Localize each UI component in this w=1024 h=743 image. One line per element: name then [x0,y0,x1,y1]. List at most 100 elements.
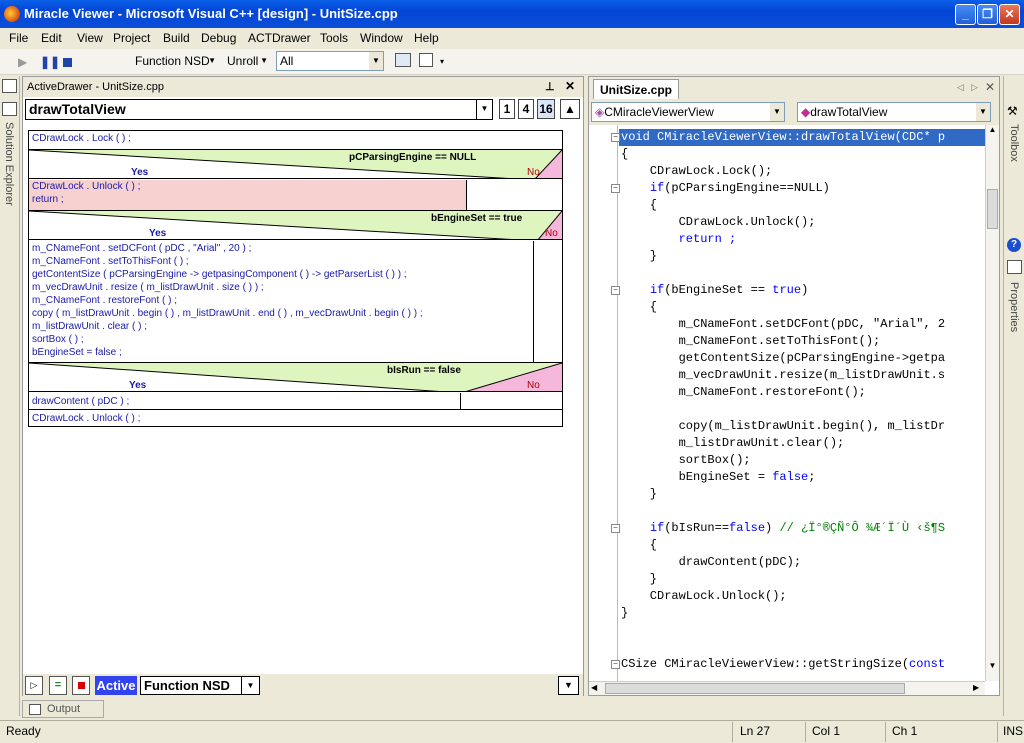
status-column: Col 1 [812,724,841,738]
nsd-lock-block[interactable]: CDrawLock . Lock ( ) ; [29,132,559,145]
nsd-mode-combo[interactable]: Function NSD ▼ [140,676,260,695]
status-line: Ln 27 [740,724,771,738]
nsd-cond1-yes-body[interactable]: CDrawLock . Unlock ( ) ; return ; [29,180,467,210]
fold-toggle[interactable]: − [611,184,620,193]
monitor-icon[interactable] [395,53,411,67]
fold-toggle[interactable]: − [611,286,620,295]
all-label: All [280,54,294,68]
tab-scroll-right-icon[interactable]: ▷ [971,82,978,93]
close-button[interactable]: ✕ [999,4,1020,25]
editor-tabs: UnitSize.cpp ◁ ▷ ✕ [589,77,999,99]
menu-bar: File Edit View Project Build Debug ACTDr… [0,28,1024,48]
properties-tab[interactable]: Properties [1008,282,1020,332]
menu-debug[interactable]: Debug [201,31,236,45]
code-line: CDrawLock.Lock(); [621,164,773,178]
stop-button[interactable] [72,676,90,695]
class-combo[interactable]: ◈CMiracleViewerView ▼ [591,102,785,122]
tab-close-icon[interactable]: ✕ [985,80,995,94]
step-icon[interactable]: = [49,676,67,695]
scrollbar-thumb[interactable] [987,189,998,229]
code-line: { [621,538,658,552]
panel-close-icon[interactable]: ✕ [565,79,575,93]
menu-actdrawer[interactable]: ACTDrawer [248,31,311,45]
toolbox-tab[interactable]: Toolbox [1008,124,1020,162]
code-line: } [621,606,629,620]
scroll-down-icon[interactable]: ▼ [986,661,999,675]
play-icon[interactable]: ▶ [18,55,27,69]
active-drawer-titlebar: ActiveDrawer - UnitSize.cpp ⊥ ✕ [23,77,583,97]
code-editor[interactable]: − − − − − void CMiracleViewerView::drawT… [589,125,985,681]
scroll-down-button[interactable]: ▼ [558,676,579,695]
chevron-down-icon: ▼ [476,100,492,119]
level-4-button[interactable]: 4 [518,99,534,119]
code-line: if(pCParsingEngine==NULL) [649,181,830,195]
fold-toggle[interactable]: − [611,133,620,142]
code-line: } [621,487,658,501]
layout-icon[interactable] [419,53,433,67]
scroll-right-icon[interactable]: ▶ [973,683,979,692]
nsd-cond3-no-body[interactable] [461,393,562,410]
menu-edit[interactable]: Edit [41,31,62,45]
unroll-combo[interactable]: Unroll ▼ [224,52,270,72]
chevron-down-icon: ▼ [976,103,990,121]
menu-view[interactable]: View [77,31,103,45]
collapse-up-button[interactable]: ▲ [560,99,580,119]
divider [997,722,998,742]
stop-icon [78,682,85,689]
scroll-left-icon[interactable]: ◀ [591,683,597,692]
code-line: m_CNameFont.setToThisFont(); [621,334,881,348]
output-tab[interactable]: Output [22,700,104,718]
maximize-button[interactable]: ❐ [977,4,998,25]
active-toggle[interactable]: Active [95,676,137,695]
pause-icon[interactable]: ❚❚ [40,55,60,69]
nsd-no-label: No [527,167,540,178]
scroll-up-icon[interactable]: ▲ [986,125,999,139]
method-combo[interactable]: ◆drawTotalView ▼ [797,102,991,122]
properties-icon[interactable] [1007,260,1022,274]
help-icon[interactable]: ? [1007,238,1021,252]
play-icon[interactable]: ▷ [25,676,43,695]
menu-build[interactable]: Build [163,31,190,45]
solution-explorer-tab[interactable]: Solution Explorer [3,122,15,206]
code-line: bEngineSet = false; [621,470,816,484]
vertical-scrollbar[interactable]: ▲ ▼ [985,125,999,681]
all-combo[interactable]: All ▼ [276,51,384,71]
chevron-down-icon: ▼ [369,52,383,70]
level-16-button[interactable]: 16 [537,99,555,119]
nsd-condition-2[interactable]: bEngineSet == true Yes No [29,210,562,240]
pin-icon[interactable]: ⊥ [545,80,555,93]
class-view-icon[interactable] [2,79,17,93]
solution-icon[interactable] [2,102,17,116]
fold-toggle[interactable]: − [611,524,620,533]
menu-window[interactable]: Window [360,31,403,45]
nsd-condition-1-label: pCParsingEngine == NULL [349,152,477,163]
menu-file[interactable]: File [9,31,28,45]
function-nsd-combo[interactable]: Function NSD ▼ [132,52,218,72]
code-line: { [621,147,629,161]
horizontal-scrollbar[interactable]: ◀ ▶ [589,681,985,695]
function-name-combo[interactable]: drawTotalView ▼ [25,99,493,120]
menu-help[interactable]: Help [414,31,439,45]
toolbar-overflow-icon[interactable]: ▾ [440,57,444,66]
nsd-condition-3[interactable]: bIsRun == false Yes No [29,362,562,392]
code-line: drawContent(pDC); [621,555,802,569]
nsd-cond3-yes-body[interactable]: drawContent ( pDC ) ; [29,393,461,410]
tab-unitsize-cpp[interactable]: UnitSize.cpp [593,79,680,99]
stop-icon[interactable] [63,58,72,67]
chevron-down-icon: ▼ [208,56,216,65]
menu-tools[interactable]: Tools [320,31,348,45]
level-1-button[interactable]: 1 [499,99,515,119]
nsd-unlock-block[interactable]: CDrawLock . Unlock ( ) ; [29,412,559,425]
toolbox-icon[interactable]: ⚒ [1007,104,1022,118]
fold-toggle[interactable]: − [611,660,620,669]
chevron-down-icon: ▼ [770,103,784,121]
unroll-label: Unroll [227,54,259,68]
menu-project[interactable]: Project [113,31,150,45]
nsd-condition-1[interactable]: pCParsingEngine == NULL Yes No [29,149,562,179]
nsd-cond2-yes-body[interactable]: m_CNameFont . setDCFont ( pDC , "Arial" … [29,241,534,362]
tab-scroll-left-icon[interactable]: ◁ [957,82,964,93]
minimize-button[interactable]: _ [955,4,976,25]
hscroll-thumb[interactable] [605,683,905,694]
nsd-yes-label: Yes [131,167,149,178]
method-combo-value: drawTotalView [810,105,888,119]
